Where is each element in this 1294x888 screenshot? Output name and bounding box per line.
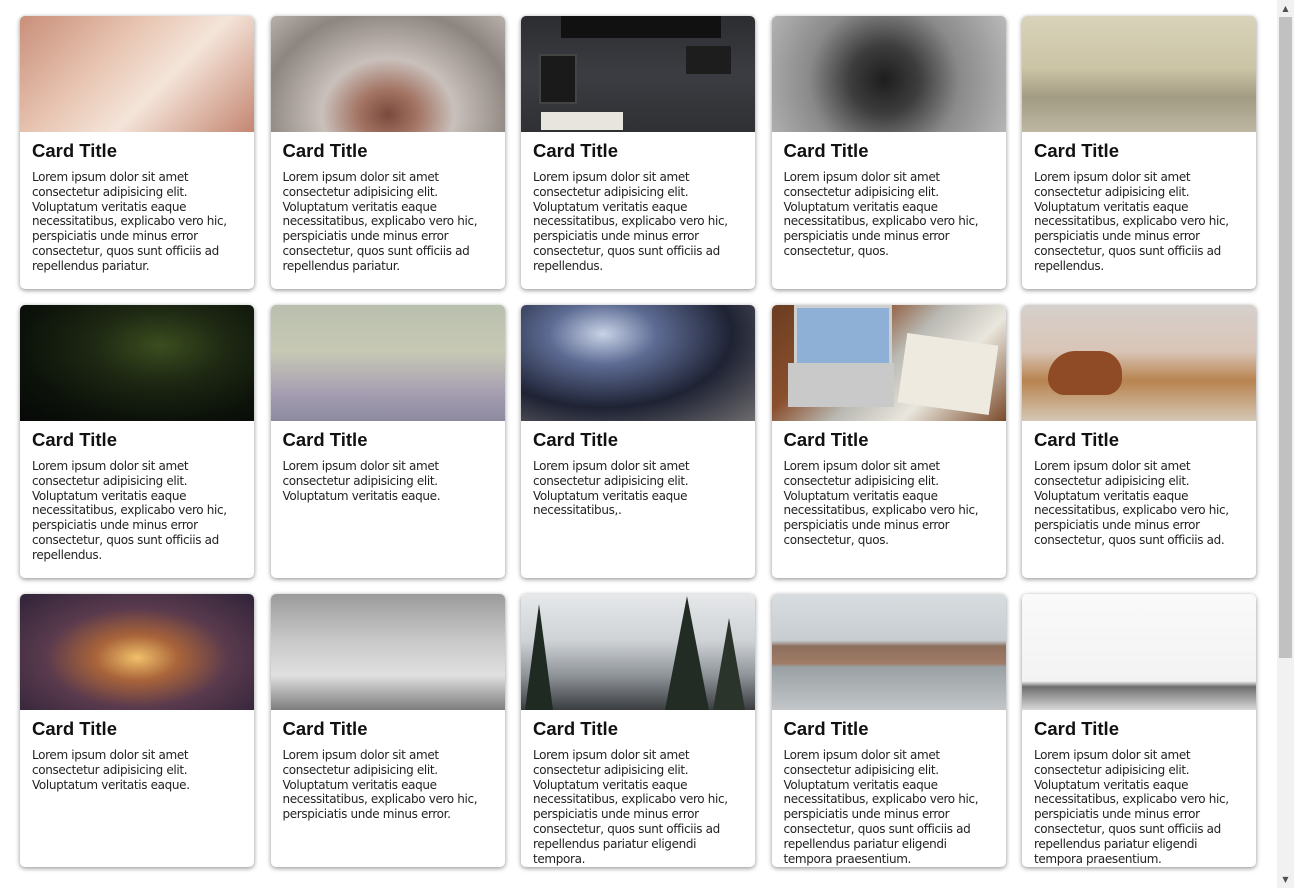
card-image (771, 594, 1006, 710)
card-title: Card Title (783, 429, 869, 450)
card[interactable]: Card Title Lorem ipsum dolor sit amet co… (1022, 594, 1256, 867)
card-grid: Card Title Lorem ipsum dolor sit amet co… (20, 16, 1256, 867)
card-image (771, 16, 1006, 132)
card-body: Card Title Lorem ipsum dolor sit amet co… (1022, 421, 1256, 548)
scrollbar-thumb[interactable] (1279, 17, 1292, 658)
card-title: Card Title (1034, 429, 1119, 450)
card-text: Lorem ipsum dolor sit amet consectetur a… (783, 459, 979, 547)
card-image (1022, 16, 1256, 132)
card-body: Card Title Lorem ipsum dolor sit amet co… (20, 710, 254, 792)
card-image (1022, 594, 1256, 710)
card-title: Card Title (282, 718, 368, 739)
card[interactable]: Card Title Lorem ipsum dolor sit amet co… (20, 16, 254, 289)
card-body: Card Title Lorem ipsum dolor sit amet co… (521, 421, 755, 518)
card-title: Card Title (1034, 718, 1119, 739)
card-text: Lorem ipsum dolor sit amet consectetur a… (32, 170, 227, 273)
card-body: Card Title Lorem ipsum dolor sit amet co… (271, 421, 505, 503)
card-text: Lorem ipsum dolor sit amet consectetur a… (783, 748, 979, 866)
card-text: Lorem ipsum dolor sit amet consectetur a… (282, 459, 441, 503)
card[interactable]: Card Title Lorem ipsum dolor sit amet co… (20, 594, 254, 867)
card[interactable]: Card Title Lorem ipsum dolor sit amet co… (521, 594, 755, 867)
card-image (270, 594, 505, 710)
card[interactable]: Card Title Lorem ipsum dolor sit amet co… (270, 16, 505, 289)
card-text: Lorem ipsum dolor sit amet consectetur a… (282, 170, 478, 273)
card-text: Lorem ipsum dolor sit amet consectetur a… (533, 748, 728, 866)
card-title: Card Title (282, 140, 368, 161)
card-text: Lorem ipsum dolor sit amet consectetur a… (1034, 459, 1229, 547)
card-body: Card Title Lorem ipsum dolor sit amet co… (20, 132, 254, 274)
card[interactable]: Card Title Lorem ipsum dolor sit amet co… (521, 16, 755, 289)
card[interactable]: Card Title Lorem ipsum dolor sit amet co… (771, 16, 1006, 289)
card-title: Card Title (783, 140, 869, 161)
card-text: Lorem ipsum dolor sit amet consectetur a… (1034, 170, 1229, 273)
card-body: Card Title Lorem ipsum dolor sit amet co… (521, 710, 755, 866)
card-body: Card Title Lorem ipsum dolor sit amet co… (1022, 132, 1256, 274)
card-title: Card Title (282, 429, 368, 450)
card[interactable]: Card Title Lorem ipsum dolor sit amet co… (270, 305, 505, 578)
page-viewport: Card Title Lorem ipsum dolor sit amet co… (0, 0, 1277, 888)
card-title: Card Title (533, 140, 618, 161)
card-text: Lorem ipsum dolor sit amet consectetur a… (533, 459, 690, 518)
scroll-down-arrow-icon[interactable]: ▼ (1277, 871, 1294, 888)
card-body: Card Title Lorem ipsum dolor sit amet co… (20, 421, 254, 563)
card-title: Card Title (32, 718, 117, 739)
card-title: Card Title (783, 718, 869, 739)
card-text: Lorem ipsum dolor sit amet consectetur a… (282, 748, 478, 822)
card-image (270, 16, 505, 132)
card-text: Lorem ipsum dolor sit amet consectetur a… (1034, 748, 1229, 866)
card-image (1022, 305, 1256, 421)
card-body: Card Title Lorem ipsum dolor sit amet co… (772, 132, 1006, 259)
card[interactable]: Card Title Lorem ipsum dolor sit amet co… (270, 594, 505, 867)
card-image (270, 305, 505, 421)
vertical-scrollbar[interactable]: ▲ ▼ (1277, 0, 1294, 888)
card-body: Card Title Lorem ipsum dolor sit amet co… (521, 132, 755, 274)
card-body: Card Title Lorem ipsum dolor sit amet co… (271, 132, 505, 274)
card-title: Card Title (533, 429, 618, 450)
card-image (20, 594, 254, 710)
card-text: Lorem ipsum dolor sit amet consectetur a… (783, 170, 979, 258)
card[interactable]: Card Title Lorem ipsum dolor sit amet co… (521, 305, 755, 578)
card-text: Lorem ipsum dolor sit amet consectetur a… (533, 170, 728, 273)
card-title: Card Title (1034, 140, 1119, 161)
card-title: Card Title (32, 140, 117, 161)
card[interactable]: Card Title Lorem ipsum dolor sit amet co… (1022, 16, 1256, 289)
card-text: Lorem ipsum dolor sit amet consectetur a… (32, 459, 227, 562)
card-body: Card Title Lorem ipsum dolor sit amet co… (772, 710, 1006, 866)
card-body: Card Title Lorem ipsum dolor sit amet co… (1022, 710, 1256, 866)
card-title: Card Title (32, 429, 117, 450)
card-image (521, 594, 755, 710)
card[interactable]: Card Title Lorem ipsum dolor sit amet co… (1022, 305, 1256, 578)
card-image (521, 16, 755, 132)
scroll-up-arrow-icon[interactable]: ▲ (1277, 0, 1294, 17)
card[interactable]: Card Title Lorem ipsum dolor sit amet co… (20, 305, 254, 578)
card-image (20, 305, 254, 421)
card-body: Card Title Lorem ipsum dolor sit amet co… (271, 710, 505, 822)
card-text: Lorem ipsum dolor sit amet consectetur a… (32, 748, 190, 792)
card-title: Card Title (533, 718, 618, 739)
card-body: Card Title Lorem ipsum dolor sit amet co… (772, 421, 1006, 548)
card-image (771, 305, 1006, 421)
card[interactable]: Card Title Lorem ipsum dolor sit amet co… (771, 594, 1006, 867)
card-image (20, 16, 254, 132)
card-image (521, 305, 755, 421)
card[interactable]: Card Title Lorem ipsum dolor sit amet co… (771, 305, 1006, 578)
